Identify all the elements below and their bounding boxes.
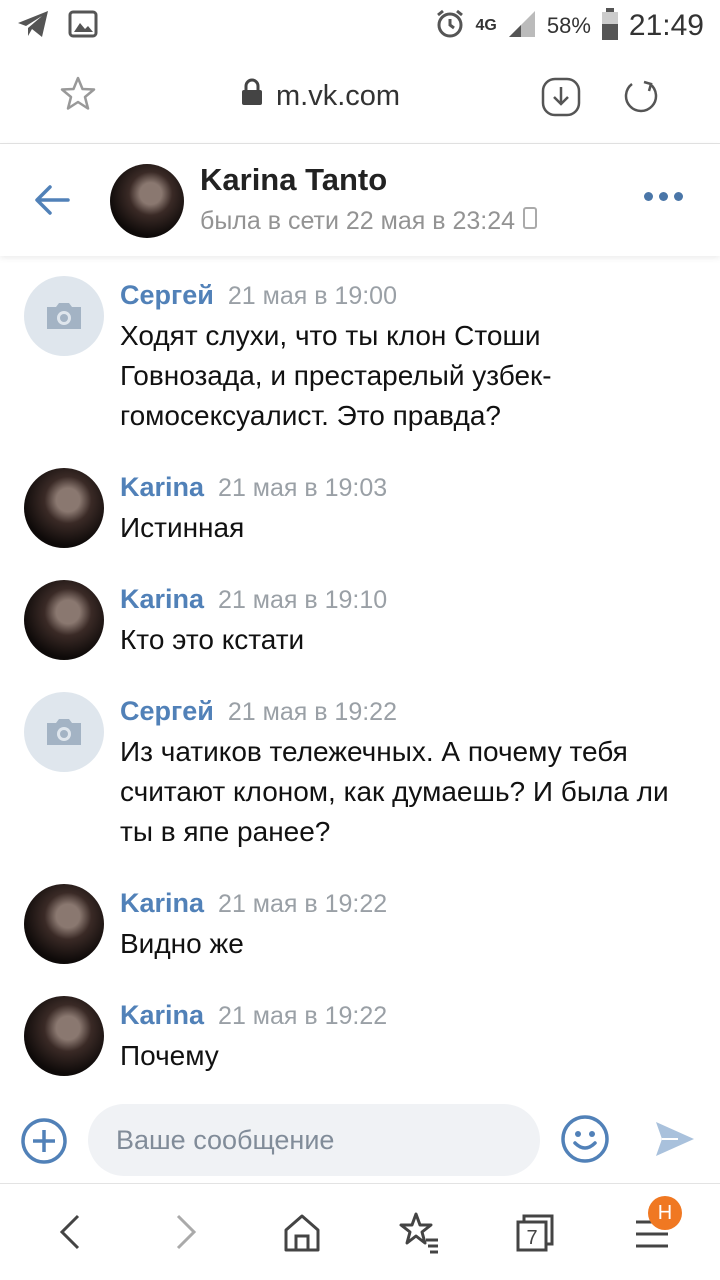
last-seen-text: была в сети 22 мая в 23:24 [200,207,516,235]
url-text: m.vk.com [276,79,401,112]
message-author[interactable]: Karina [120,472,204,502]
contact-status: была в сети 22 мая в 23:24 [200,207,538,236]
browser-toolbar: m.vk.com [0,52,720,144]
back-nav-icon[interactable] [52,1210,88,1259]
message-author[interactable]: Сергей [120,696,214,726]
message-text: Видно же [120,928,244,959]
telegram-icon [16,9,50,44]
message-author-row: Karina 21 мая в 19:03 [120,472,387,503]
signal-icon [507,9,537,44]
tabs-count: 7 [526,1227,537,1249]
address-bar[interactable]: m.vk.com [240,78,400,114]
karina-avatar[interactable] [24,580,104,660]
camera-icon[interactable] [24,276,104,356]
tabs-icon[interactable]: 7 [514,1210,554,1259]
mobile-device-icon [523,207,538,236]
message-text: Истинная [120,512,245,543]
message-input[interactable]: Ваше сообщение [88,1104,540,1176]
contact-avatar[interactable] [110,164,184,238]
gallery-icon [68,10,98,43]
network-type: 4G [475,17,497,34]
chat-header [0,144,720,256]
message-time: 21 мая в 19:22 [227,698,397,726]
message-time: 21 мая в 19:22 [218,890,388,918]
karina-avatar[interactable] [24,996,104,1076]
send-icon[interactable] [652,1116,698,1167]
message-time: 21 мая в 19:22 [218,1002,388,1030]
emoji-icon[interactable] [560,1114,610,1169]
message-author-row: Сергей 21 мая в 19:00 [120,280,397,311]
download-icon[interactable] [540,76,582,123]
lock-icon [240,78,264,114]
message-text: Ходят слухи, что ты клон Стоши Говнозада… [120,320,552,431]
message-author[interactable]: Karina [120,584,204,614]
message-author-row: Сергей 21 мая в 19:22 [120,696,397,727]
menu-notification-badge: Н [648,1196,682,1230]
message-text: Кто это кстати [120,624,305,655]
camera-icon[interactable] [24,692,104,772]
message-placeholder: Ваше сообщение [116,1124,335,1155]
message-author-row: Karina 21 мая в 19:10 [120,584,387,615]
message-author-row: Karina 21 мая в 19:22 [120,1000,387,1031]
bookmarks-icon[interactable] [398,1210,440,1259]
message-author[interactable]: Karina [120,888,204,918]
home-icon[interactable] [282,1210,322,1259]
message-text: Почему [120,1040,219,1071]
forward-nav-icon[interactable] [168,1210,204,1259]
browser-bottom-nav: 7 [0,1186,720,1280]
more-options-icon[interactable] [644,192,683,201]
message-time: 21 мая в 19:03 [218,474,388,502]
message-text: Из чатиков тележечных. А почему тебя счи… [120,736,669,847]
message-author[interactable]: Karina [120,1000,204,1030]
back-arrow-icon[interactable] [32,182,72,223]
contact-name[interactable]: Karina Tanto [200,162,387,198]
battery-icon [601,7,619,45]
karina-avatar[interactable] [24,468,104,548]
reload-icon[interactable] [620,76,662,123]
alarm-icon [434,8,466,45]
message-author[interactable]: Сергей [120,280,214,310]
attach-plus-icon[interactable] [20,1117,68,1170]
battery-percent: 58% [546,13,591,38]
message-author-row: Karina 21 мая в 19:22 [120,888,387,919]
bookmark-star-icon[interactable] [58,74,98,119]
message-time: 21 мая в 19:00 [227,282,397,310]
status-bar: 4G 58% 21:49 [0,0,720,52]
clock: 21:49 [628,9,704,42]
message-time: 21 мая в 19:10 [218,586,388,614]
karina-avatar[interactable] [24,884,104,964]
